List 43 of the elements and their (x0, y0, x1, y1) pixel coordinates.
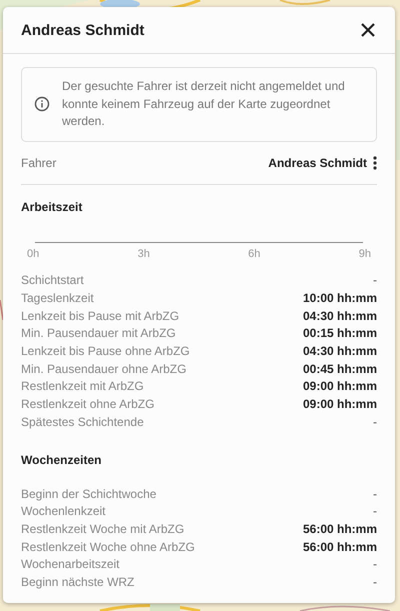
field-value: 56:00 hh:mm (302, 540, 377, 554)
field-value: - (373, 273, 377, 288)
field-label: Tageslenkzeit (21, 291, 94, 306)
field-label: Wochenarbeitszeit (21, 557, 120, 572)
field-label: Restlenkzeit mit ArbZG (21, 379, 144, 394)
section-title: Wochenzeiten (21, 452, 102, 467)
field-label: Min. Pausendauer ohne ArbZG (21, 362, 186, 376)
more-menu-icon[interactable] (373, 156, 377, 170)
field-value: - (373, 557, 377, 572)
axis-tick-label: 9h (358, 248, 371, 260)
field-label: Restlenkzeit Woche mit ArbZG (21, 522, 184, 536)
field-label: Min. Pausendauer mit ArbZG (21, 326, 176, 340)
field-value: 10:00 hh:mm (302, 291, 377, 306)
field-label: Restlenkzeit Woche ohne ArbZG (21, 540, 195, 554)
field-value: - (373, 574, 377, 589)
driver-name: Andreas Schmidt (268, 156, 367, 170)
field-label: Lenkzeit bis Pause ohne ArbZG (21, 344, 190, 358)
field-label: Beginn der Schichtwoche (21, 486, 156, 501)
info-icon (34, 96, 50, 112)
field-label: Schichtstart (21, 273, 84, 288)
field-value: 04:30 hh:mm (302, 344, 377, 358)
field-value: - (373, 414, 377, 429)
field-value: 00:15 hh:mm (302, 326, 377, 340)
close-button[interactable] (359, 21, 377, 39)
field-value: 00:45 hh:mm (302, 362, 377, 376)
driver-label: Fahrer (21, 156, 56, 170)
axis-tick-label: 6h (248, 248, 260, 260)
field-label: Spätestes Schichtende (21, 414, 144, 429)
field-label: Wochenlenkzeit (21, 504, 106, 518)
field-value: - (373, 486, 377, 501)
section-title: Arbeitszeit (21, 200, 84, 214)
field-value: 56:00 hh:mm (302, 522, 377, 536)
panel-title: Andreas Schmidt (21, 22, 144, 38)
field-value: 04:30 hh:mm (302, 308, 377, 323)
field-label: Restlenkzeit ohne ArbZG (21, 397, 154, 412)
field-label: Lenkzeit bis Pause mit ArbZG (21, 308, 180, 323)
field-value: 09:00 hh:mm (302, 397, 377, 412)
field-value: - (373, 504, 377, 518)
axis-tick-label: 3h (138, 248, 150, 260)
field-label: Beginn nächste WRZ (21, 574, 134, 589)
field-value: 09:00 hh:mm (302, 379, 377, 394)
axis-tick-label: 0h (27, 248, 40, 260)
info-message: Der gesuchte Fahrer ist derzeit nicht angemeldet und konnte keinem Fahrzeug auf der Karte zugeordnet werden. (62, 78, 346, 130)
